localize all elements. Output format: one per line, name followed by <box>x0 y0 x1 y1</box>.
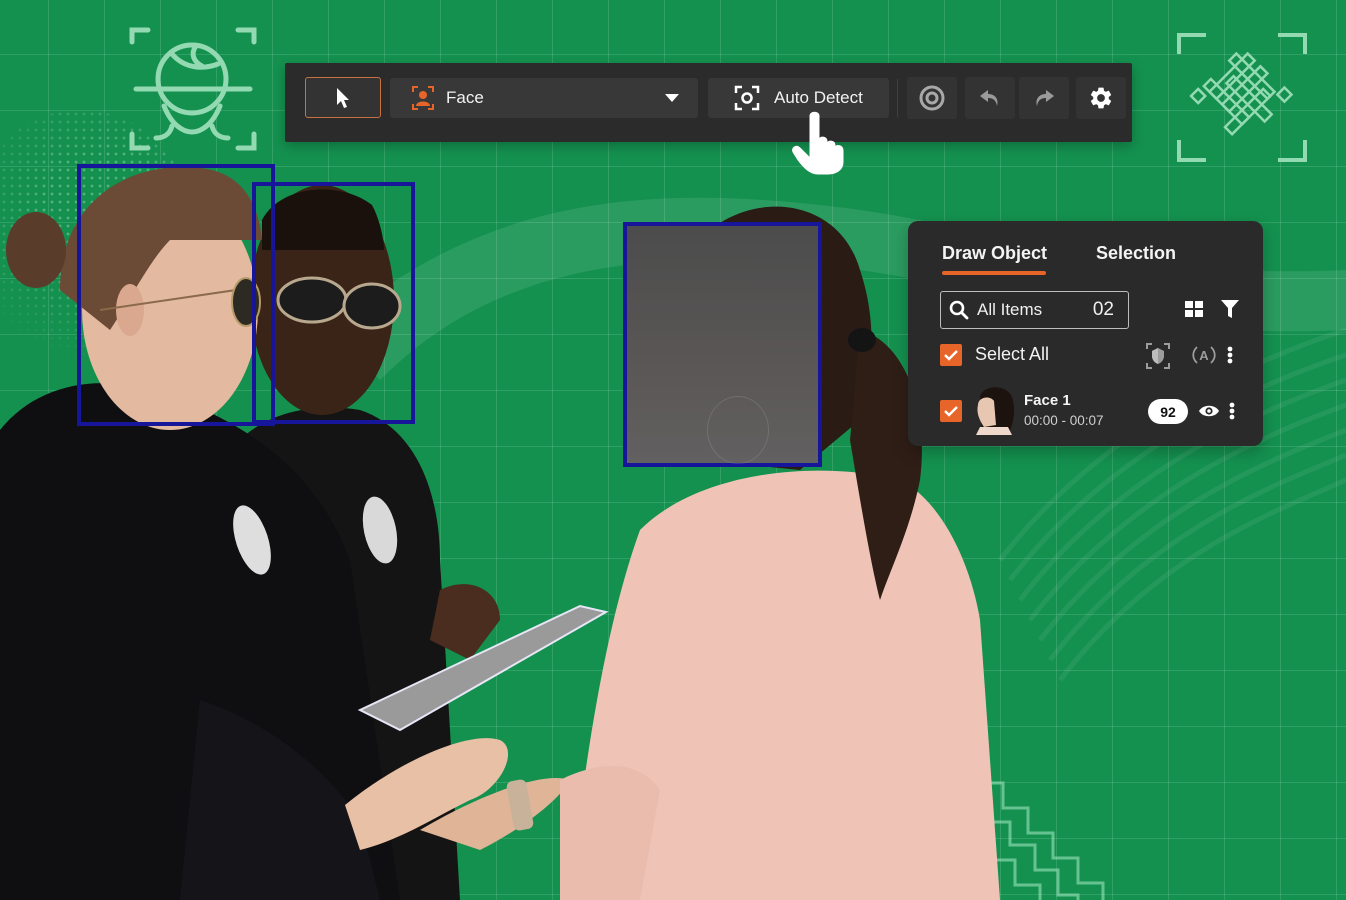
hand-cursor-icon <box>792 111 844 175</box>
item-checkbox[interactable] <box>940 400 962 422</box>
select-all-label: Select All <box>975 344 1050 364</box>
search-label: All Items <box>977 300 1043 319</box>
select-all-checkbox[interactable] <box>940 344 962 366</box>
annotation-toolbar: Face Auto Detect <box>285 63 1132 142</box>
object-type-dropdown[interactable]: Face <box>390 78 698 118</box>
pointer-icon <box>337 87 349 108</box>
item-time-range: 00:00 - 00:07 <box>1024 413 1104 428</box>
filter-icon[interactable] <box>1220 299 1240 319</box>
face-box-officer-woman[interactable] <box>77 164 275 426</box>
settings-button[interactable] <box>1076 77 1126 119</box>
face-shield-icon[interactable] <box>1146 343 1170 369</box>
select-tool-button[interactable] <box>305 77 381 118</box>
face-thumbnail <box>972 383 1017 435</box>
more-options-icon[interactable] <box>1224 345 1236 365</box>
target-icon <box>919 85 945 111</box>
auto-annotate-icon[interactable]: A <box>1192 344 1216 366</box>
item-more-options-icon[interactable] <box>1226 401 1238 421</box>
item-title: Face 1 <box>1024 392 1071 409</box>
undo-icon <box>980 90 998 106</box>
undo-button[interactable] <box>965 77 1015 119</box>
target-button[interactable] <box>907 77 957 119</box>
active-tab-indicator <box>942 271 1046 275</box>
chevron-down-icon[interactable] <box>652 78 692 118</box>
items-count: 02 <box>1092 299 1114 320</box>
background-steps <box>990 781 1105 900</box>
checkmark-icon <box>944 406 958 417</box>
face-box-officer-man[interactable] <box>252 182 415 424</box>
redo-button[interactable] <box>1019 77 1069 119</box>
search-icon <box>949 300 969 320</box>
objects-panel: Draw Object Selection All Items 02 Selec… <box>908 221 1263 446</box>
svg-text:A: A <box>1199 348 1209 363</box>
tab-selection[interactable]: Selection <box>1096 243 1176 264</box>
redo-icon <box>1036 90 1054 106</box>
auto-detect-icon <box>734 85 760 111</box>
auto-detect-label: Auto Detect <box>774 88 863 107</box>
toolbar-divider <box>897 79 898 117</box>
checkmark-icon <box>944 350 958 361</box>
tab-draw-object[interactable]: Draw Object <box>942 243 1047 264</box>
woven-pattern-icon <box>1177 33 1307 162</box>
face-detect-icon <box>412 86 434 110</box>
face-scan-icon <box>129 27 257 151</box>
grid-view-icon[interactable] <box>1184 299 1204 319</box>
confidence-score-badge: 92 <box>1148 399 1188 424</box>
object-type-label: Face <box>446 88 484 107</box>
face-box-civilian-blurred[interactable] <box>623 222 822 467</box>
eye-icon[interactable] <box>1198 403 1220 419</box>
items-search-field[interactable]: All Items 02 <box>940 291 1129 329</box>
gear-icon <box>1090 87 1112 109</box>
